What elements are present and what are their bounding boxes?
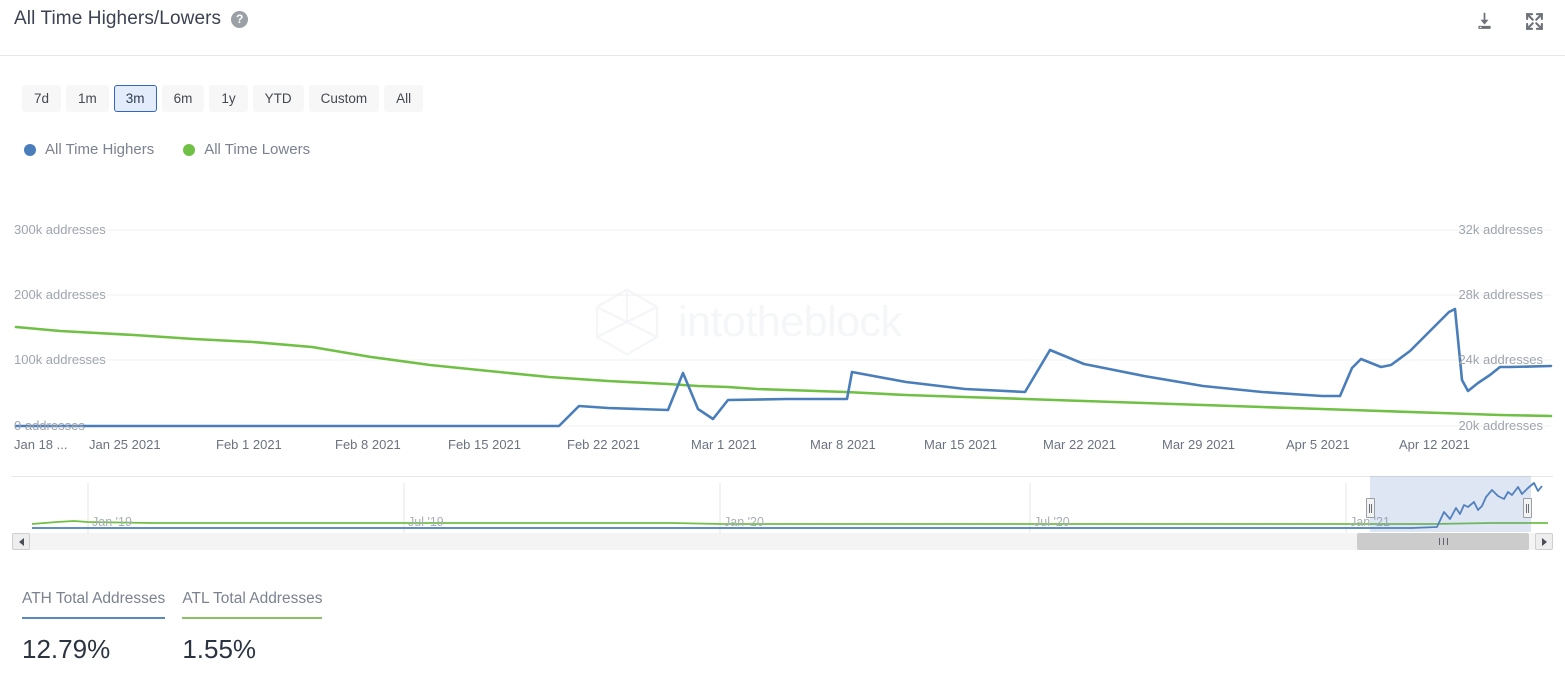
chart-header: All Time Highers/Lowers ?: [0, 0, 1565, 56]
x-axis-tick-6: Mar 1 2021: [691, 437, 757, 452]
navigator-tick-jan-20: Jan '20: [724, 515, 764, 529]
legend-label-all-time-lowers: All Time Lowers: [204, 141, 310, 158]
chart-plot-area[interactable]: 300k addresses 200k addresses 100k addre…: [0, 200, 1565, 465]
navigator-left-handle[interactable]: [1366, 498, 1375, 518]
x-axis-tick-9: Mar 22 2021: [1043, 437, 1116, 452]
scroll-left-arrow[interactable]: [12, 533, 30, 550]
y-axis-left-tick-200k: 200k addresses: [14, 287, 106, 302]
stat-value-ath: 12.79%: [22, 634, 165, 665]
title-group: All Time Highers/Lowers ?: [14, 8, 248, 30]
legend-dot-green: [183, 144, 195, 156]
time-range-selector: 7d 1m 3m 6m 1y YTD Custom All: [22, 85, 423, 112]
navigator-series-highers: [32, 483, 1542, 528]
navigator-tick-jul-20: Jul '20: [1034, 515, 1070, 529]
navigator-tick-jul-19: Jul '19: [408, 515, 444, 529]
x-axis-tick-0: Jan 18 ...: [14, 437, 67, 452]
stats-row: ATH Total Addresses 12.79% ATL Total Add…: [22, 590, 322, 665]
range-btn-all[interactable]: All: [384, 85, 423, 112]
fullscreen-expand-icon[interactable]: [1523, 10, 1545, 32]
navigator-tick-jan-19: Jan '19: [92, 515, 132, 529]
legend-label-all-time-highers: All Time Highers: [45, 141, 154, 158]
stat-value-atl: 1.55%: [182, 634, 322, 665]
stat-label-ath: ATH Total Addresses: [22, 590, 165, 617]
chart-svg: [0, 200, 1565, 465]
stat-underline-atl: [182, 617, 322, 619]
header-actions: [1473, 10, 1545, 32]
range-btn-1m[interactable]: 1m: [66, 85, 109, 112]
x-axis-tick-10: Mar 29 2021: [1162, 437, 1235, 452]
y-axis-left-tick-0: 0 addresses: [14, 418, 85, 433]
question-mark-icon[interactable]: ?: [231, 11, 248, 28]
x-axis-tick-8: Mar 15 2021: [924, 437, 997, 452]
stat-atl-total-addresses[interactable]: ATL Total Addresses 1.55%: [182, 590, 322, 665]
navigator-gridlines: [88, 483, 1346, 533]
x-axis-tick-1: Jan 25 2021: [89, 437, 161, 452]
navigator-series-lowers: [32, 521, 1548, 524]
y-axis-right-tick-32k: 32k addresses: [1458, 222, 1543, 237]
download-icon[interactable]: [1473, 10, 1495, 32]
chart-legend: All Time Highers All Time Lowers: [24, 141, 310, 158]
x-axis-tick-2: Feb 1 2021: [216, 437, 282, 452]
x-axis-tick-5: Feb 22 2021: [567, 437, 640, 452]
navigator-svg: [12, 477, 1553, 533]
legend-item-all-time-lowers[interactable]: All Time Lowers: [183, 141, 310, 158]
scrollbar-thumb[interactable]: [1357, 533, 1529, 550]
legend-dot-blue: [24, 144, 36, 156]
range-btn-ytd[interactable]: YTD: [253, 85, 304, 112]
range-btn-1y[interactable]: 1y: [209, 85, 247, 112]
x-axis-tick-12: Apr 12 2021: [1399, 437, 1470, 452]
range-btn-custom[interactable]: Custom: [309, 85, 380, 112]
page-title: All Time Highers/Lowers: [14, 8, 221, 30]
x-axis-tick-3: Feb 8 2021: [335, 437, 401, 452]
x-axis-tick-7: Mar 8 2021: [810, 437, 876, 452]
chart-scrollbar[interactable]: [12, 533, 1553, 550]
navigator-plot: Jan '19 Jul '19 Jan '20 Jul '20 Jan '21: [12, 476, 1553, 532]
range-btn-7d[interactable]: 7d: [22, 85, 61, 112]
stat-ath-total-addresses[interactable]: ATH Total Addresses 12.79%: [22, 590, 165, 665]
x-axis-tick-4: Feb 15 2021: [448, 437, 521, 452]
stat-label-atl: ATL Total Addresses: [182, 590, 322, 617]
y-axis-right-tick-20k: 20k addresses: [1458, 418, 1543, 433]
y-axis-left-tick-300k: 300k addresses: [14, 222, 106, 237]
legend-item-all-time-highers[interactable]: All Time Highers: [24, 141, 154, 158]
stat-underline-ath: [22, 617, 165, 619]
y-axis-left-tick-100k: 100k addresses: [14, 352, 106, 367]
chart-navigator[interactable]: Jan '19 Jul '19 Jan '20 Jul '20 Jan '21: [12, 476, 1553, 532]
y-axis-right-tick-28k: 28k addresses: [1458, 287, 1543, 302]
scroll-right-arrow[interactable]: [1535, 533, 1553, 550]
y-axis-right-tick-24k: 24k addresses: [1458, 352, 1543, 367]
x-axis-tick-11: Apr 5 2021: [1286, 437, 1350, 452]
range-btn-6m[interactable]: 6m: [162, 85, 205, 112]
navigator-selection-range[interactable]: [1370, 476, 1531, 532]
series-line-all-time-lowers: [16, 327, 1551, 416]
range-btn-3m[interactable]: 3m: [114, 85, 157, 112]
navigator-right-handle[interactable]: [1523, 498, 1532, 518]
